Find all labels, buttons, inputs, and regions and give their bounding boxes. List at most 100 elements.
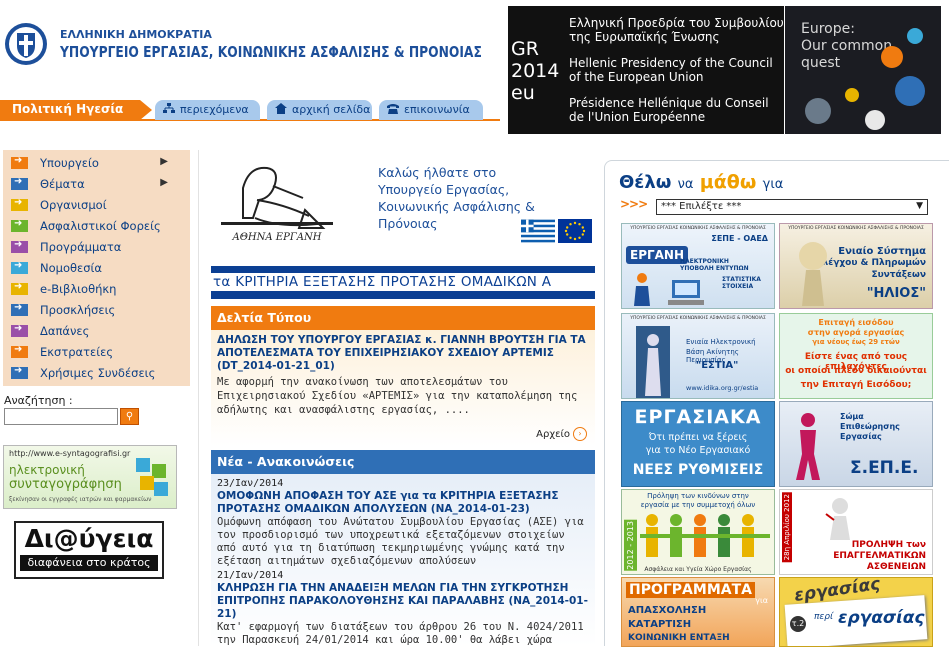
nav-item-label: Δαπάνες (40, 324, 90, 338)
nav-item-label: Θέματα (40, 177, 85, 191)
search-button[interactable]: ⚲ (120, 408, 139, 425)
e-prescription-line1: ηλεκτρονική (9, 463, 85, 477)
nav-item-label: Οργανισμοί (40, 198, 107, 212)
ergasiaka-l2: για το Νέο Εργασιακό (645, 445, 751, 456)
main-content: ΑΘΗΝΑ ΕΡΓΑΝΗ Καλώς ήλθατε στο Υπουργείο … (198, 150, 602, 646)
nav-item[interactable]: Προγράμματα (3, 237, 168, 258)
entry-l1: Επιταγή εισόδου (818, 318, 894, 327)
occupational-diseases-tile[interactable]: 28η Απριλίου 2012 ΠΡΟΛΗΨΗ των ΕΠΑΓΓΕΛΜΑΤ… (779, 489, 933, 575)
e-prescription-line3: ξεκίνησαν οι εγγραφές ιατρών και φαρμακε… (9, 496, 152, 503)
ergani-sepe: ΣΕΠΕ - ΟΑΕΔ (711, 234, 768, 243)
presidency-el-1: Ελληνική Προεδρία του Συμβουλίου (569, 16, 784, 30)
ergani-header: ΥΠΟΥΡΓΕΙΟ ΕΡΓΑΣΙΑΣ ΚΟΙΝΩΝΙΚΗΣ ΑΣΦΑΛΙΣΗΣ … (630, 226, 766, 231)
diavgeia-banner[interactable]: Δι@ύγεια διαφάνεια στο κράτος (14, 521, 164, 579)
triple-chevron-icon: >>> (620, 197, 648, 211)
archive-link[interactable]: Αρχείο › (536, 427, 587, 441)
leadership-tab[interactable]: Πολιτική Ηγεσία (0, 100, 152, 120)
gia-word: για (762, 177, 784, 192)
home-label: αρχική σελίδα (292, 103, 371, 116)
ergani-name: ΕΡΓΑΝΗ (626, 246, 689, 264)
ergani-tile[interactable]: ΥΠΟΥΡΓΕΙΟ ΕΡΓΑΣΙΑΣ ΚΟΙΝΩΝΙΚΗΣ ΑΣΦΑΛΙΣΗΣ … (621, 223, 775, 309)
news-title[interactable]: ΚΛΗΡΩΣΗ ΓΙΑ ΤΗΝ ΑΝΑΔΕΙΞΗ ΜΕΛΩΝ ΓΙΑ ΤΗΝ Σ… (217, 582, 589, 621)
sepe-tile[interactable]: Σώμα Επιθεώρησης Εργασίας Σ.ΕΠ.Ε. (779, 401, 933, 487)
search-input[interactable] (4, 408, 118, 425)
computer-icon (668, 280, 704, 305)
press-releases-section: ΔΗΛΩΣΗ ΤΟΥ ΥΠΟΥΡΓΟΥ ΕΡΓΑΣΙΑΣ κ. ΓΙΑΝΝΗ Β… (211, 330, 595, 446)
main-navigation: Υπουργείο ▶ Θέματα ▶ Οργανισμοί Ασφαλιστικοί … (3, 150, 190, 386)
arrow-right-icon (11, 302, 28, 316)
entry-l6: την Επιταγή Εισόδου; (800, 380, 912, 390)
people-chain-icon (640, 514, 770, 557)
estia-tile[interactable]: ΥΠΟΥΡΓΕΙΟ ΕΡΓΑΣΙΑΣ ΚΟΙΝΩΝΙΚΗΣ ΑΣΦΑΛΙΣΗΣ … (621, 313, 775, 399)
presidency-banner[interactable]: Ελληνική Προεδρία του Συμβουλίου της Ευρω… (562, 6, 784, 134)
helios-name: "ΗΛΙΟΣ" (866, 286, 926, 301)
europe-common-quest-banner[interactable]: Europe: Our common quest (785, 6, 941, 134)
sepe-l2: Επιθεώρησης (840, 422, 900, 431)
nav-item[interactable]: Υπουργείο ▶ (3, 153, 168, 174)
home-button[interactable]: αρχική σελίδα (267, 100, 372, 120)
nav-item[interactable]: Δαπάνες (3, 321, 168, 342)
left-sidebar: Υπουργείο ▶ Θέματα ▶ Οργανισμοί Ασφαλιστικοί … (0, 150, 192, 646)
ergani-sub2: ΣΤΑΤΙΣΤΙΚΑ ΣΤΟΙΧΕΙΑ (722, 276, 761, 290)
nav-item[interactable]: Εκστρατείες (3, 342, 168, 363)
news-item: 21/Ιαν/2014 ΚΛΗΡΩΣΗ ΓΙΑ ΤΗΝ ΑΝΑΔΕΙΞΗ ΜΕΛ… (217, 570, 589, 646)
press-releases-heading[interactable]: Δελτία Τύπου (211, 306, 595, 330)
nav-item-label: Νομοθεσία (40, 261, 103, 275)
quick-links-panel: Θέλω να μάθω για >>> *** Επιλέξτε *** ▼ … (604, 160, 949, 647)
sepe-l1: Σώμα (840, 412, 864, 421)
estia-name: "ΕΣΤΙΑ" (696, 360, 739, 371)
arrow-right-icon (11, 344, 28, 358)
sepe-name: Σ.ΕΠ.Ε. (850, 458, 919, 478)
nav-item[interactable]: Χρήσιμες Συνδέσεις (3, 363, 168, 384)
nav-item[interactable]: Προσκλήσεις (3, 300, 168, 321)
welcome-line: Υπουργείο Εργασίας, (378, 182, 510, 197)
news-ticker-text: τα ΚΡΙΤΗΡΙΑ ΕΞΕΤΑΣΗΣ ΠΡΟΤΑΣΗΣ ΟΜΑΔΙΚΩΝ Α (213, 274, 552, 290)
news-ticker[interactable]: τα ΚΡΙΤΗΡΙΑ ΕΞΕΤΑΣΗΣ ΠΡΟΤΑΣΗΣ ΟΜΑΔΙΚΩΝ Α (211, 266, 595, 299)
statue-icon (636, 326, 670, 398)
entry-voucher-tile[interactable]: Επιταγή εισόδου στην αγορά εργασίας για … (779, 313, 933, 399)
ministry-title[interactable]: ΥΠΟΥΡΓΕΙΟ ΕΡΓΑΣΙΑΣ, ΚΟΙΝΩΝΙΚΗΣ ΑΣΦΑΛΙΣΗΣ… (60, 43, 482, 61)
prevention-2012-tile[interactable]: Πρόληψη των κινδύνων στην εργασία με την… (621, 489, 775, 575)
peri-big: εργασίας (838, 608, 925, 628)
topic-select[interactable]: *** Επιλέξτε *** ▼ (656, 199, 928, 215)
greek-emblem-icon (5, 23, 47, 65)
news-section: 23/Ιαν/2014 ΟΜΟΦΩΝΗ ΑΠΟΦΑΣΗ ΤΟΥ ΑΣΕ για … (211, 474, 595, 646)
prog-title: ΠΡΟΓΡΑΜΜΑΤΑ (626, 582, 755, 598)
presidency-fr-2: de l'Union Européenne (569, 110, 706, 124)
gr2014-line: eu (511, 82, 535, 104)
arrow-right-icon (11, 197, 28, 211)
athena-ergani-logo[interactable]: ΑΘΗΝΑ ΕΡΓΑΝΗ (213, 158, 341, 246)
april-date: 28η Απριλίου 2012 (782, 492, 792, 563)
person-icon (634, 273, 650, 306)
nav-item[interactable]: e-Βιβλιοθήκη (3, 279, 168, 300)
ministry-subtitle: ΕΛΛΗΝΙΚΗ ΔΗΜΟΚΡΑΤΙΑ (60, 28, 212, 41)
arrow-right-icon (11, 323, 28, 337)
helios-tile[interactable]: ΥΠΟΥΡΓΕΙΟ ΕΡΓΑΣΙΑΣ ΚΟΙΝΩΝΙΚΗΣ ΑΣΦΑΛΙΣΗΣ … (779, 223, 933, 309)
arrow-right-icon (11, 365, 28, 379)
gr2014-logo[interactable]: GR 2014 eu (508, 6, 562, 134)
nav-item[interactable]: Οργανισμοί (3, 195, 168, 216)
topic-select-value: *** Επιλέξτε *** (661, 201, 742, 212)
news-heading[interactable]: Νέα - Ανακοινώσεις (211, 450, 595, 474)
e-prescription-banner[interactable]: http://www.e-syntagografisi.gr ηλεκτρονι… (3, 445, 177, 509)
news-title[interactable]: ΟΜΟΦΩΝΗ ΑΠΟΦΑΣΗ ΤΟΥ ΑΣΕ για τα ΚΡΙΤΗΡΙΑ … (217, 490, 589, 516)
programs-tile[interactable]: ΠΡΟΓΡΑΜΜΑΤΑ για ΑΠΑΣΧΟΛΗΣΗ ΚΑΤΑΡΤΙΣΗ ΚΟΙ… (621, 577, 775, 647)
europe-line: quest (801, 55, 841, 71)
presidency-en-2: of the European Union (569, 70, 704, 84)
press-release-title[interactable]: ΔΗΛΩΣΗ ΤΟΥ ΥΠΟΥΡΓΟΥ ΕΡΓΑΣΙΑΣ κ. ΓΙΑΝΝΗ Β… (217, 334, 593, 373)
ergasiaka-tile[interactable]: ΕΡΓΑΣΙΑΚΑ Ότι πρέπει να ξέρεις για το Νέ… (621, 401, 775, 487)
helios-l1: Ενιαίο Σύστημα (838, 246, 926, 257)
nav-item[interactable]: Νομοθεσία (3, 258, 168, 279)
peri-ergasias-tile[interactable]: εργασίας τ.2 περί εργασίας (779, 577, 933, 647)
contents-button[interactable]: περιεχόμενα (155, 100, 260, 120)
contact-button[interactable]: επικοινωνία (379, 100, 483, 120)
entry-l3: για νέους έως 29 ετών (812, 338, 900, 346)
nav-item[interactable]: Ασφαλιστικοί Φορείς (3, 216, 168, 237)
news-body: Κατ' εφαρμογή των διατάξεων του άρθρου 2… (217, 621, 584, 646)
april-l2: ΕΠΑΓΓΕΛΜΑΤΙΚΩΝ (833, 551, 926, 561)
estia-header: ΥΠΟΥΡΓΕΙΟ ΕΡΓΑΣΙΑΣ ΚΟΙΝΩΝΙΚΗΣ ΑΣΦΑΛΙΣΗΣ … (630, 316, 766, 321)
sitemap-icon (163, 103, 175, 113)
submenu-arrow-icon: ▶ (160, 177, 168, 188)
nav-item[interactable]: Θέματα ▶ (3, 174, 168, 195)
nav-item-label: Ασφαλιστικοί Φορείς (40, 219, 161, 233)
